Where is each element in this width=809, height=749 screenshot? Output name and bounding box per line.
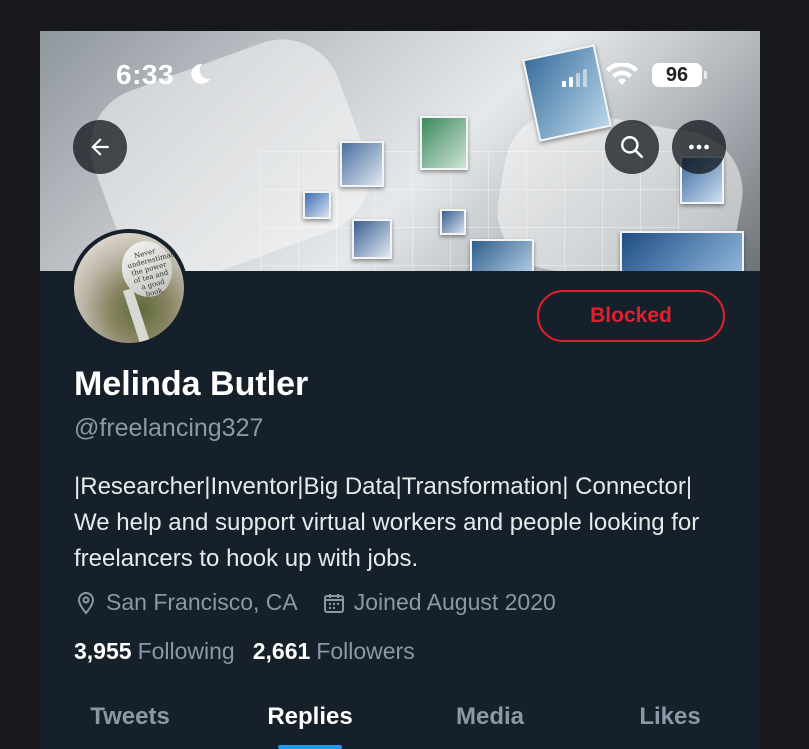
tab-replies[interactable]: Replies — [220, 691, 400, 749]
profile-location: San Francisco, CA — [74, 589, 298, 616]
cellular-signal-icon — [562, 69, 587, 87]
search-icon — [621, 136, 644, 159]
profile-screen: 6:33 96 Never underestimate the power of… — [40, 31, 760, 749]
location-pin-icon — [77, 591, 95, 615]
tab-label: Tweets — [90, 703, 170, 730]
blocked-button[interactable]: Blocked — [537, 290, 725, 342]
moon-icon — [191, 63, 210, 84]
following-label: Following — [137, 638, 235, 664]
battery-cap — [704, 71, 707, 79]
status-time: 6:33 — [116, 59, 175, 90]
profile-meta: San Francisco, CA Joined August 2020 — [74, 589, 580, 616]
battery-indicator: 96 — [652, 63, 702, 87]
followers-count: 2,661 — [252, 638, 311, 664]
profile-name: Melinda Butler — [74, 365, 309, 403]
status-bar: 6:33 96 — [40, 31, 760, 111]
followers-link[interactable]: 2,661 Followers — [253, 638, 415, 665]
tab-label: Media — [455, 703, 524, 730]
banner-cube — [340, 141, 384, 187]
profile-avatar[interactable]: Never underestimate the power of tea and… — [70, 229, 188, 347]
banner-cube — [470, 239, 534, 271]
calendar-icon — [323, 593, 344, 613]
following-count: 3,955 — [74, 638, 132, 664]
more-dots-icon — [689, 144, 709, 150]
more-options-button[interactable] — [672, 120, 726, 174]
tab-label: Likes — [639, 703, 701, 730]
profile-stats: 3,955 Following 2,661 Followers — [74, 638, 433, 665]
joined-text: Joined August 2020 — [353, 589, 556, 615]
back-button[interactable] — [73, 120, 127, 174]
banner-cube — [620, 231, 744, 271]
profile-bio: |Researcher|Inventor|Big Data|Transforma… — [74, 473, 700, 572]
tab-likes[interactable]: Likes — [580, 691, 760, 749]
back-arrow-icon — [91, 138, 109, 156]
location-text: San Francisco, CA — [106, 589, 298, 615]
following-link[interactable]: 3,955 Following — [74, 638, 235, 665]
tab-tweets[interactable]: Tweets — [40, 691, 220, 749]
avatar-image: Never underestimate the power of tea and… — [74, 233, 184, 343]
profile-joined: Joined August 2020 — [322, 589, 556, 616]
tab-media[interactable]: Media — [400, 691, 580, 749]
banner-cube — [440, 209, 466, 235]
tab-label: Replies — [267, 703, 353, 730]
banner-cube — [352, 219, 392, 259]
profile-tabs: Tweets Replies Media Likes — [40, 691, 760, 749]
active-tab-indicator — [278, 745, 342, 749]
banner-cube — [420, 116, 468, 170]
followers-label: Followers — [316, 638, 415, 664]
profile-handle: @freelancing327 — [74, 414, 264, 442]
wifi-icon — [606, 63, 638, 85]
search-button[interactable] — [605, 120, 659, 174]
banner-cube — [303, 191, 331, 219]
